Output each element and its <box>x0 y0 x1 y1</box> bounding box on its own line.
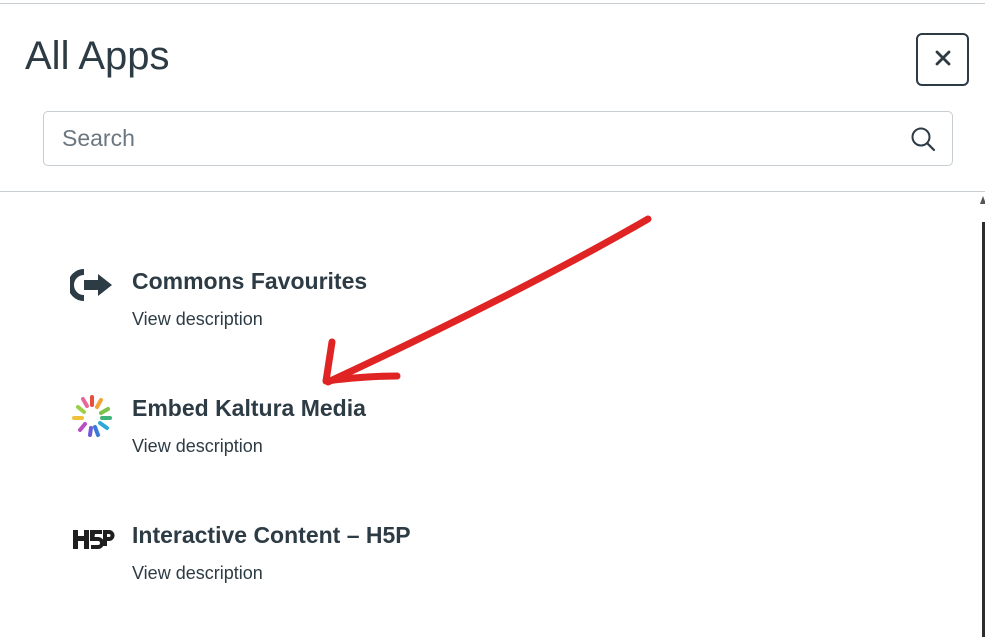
app-item-commons-favourites: Commons Favourites View description <box>68 268 570 348</box>
search-icon[interactable] <box>910 126 936 152</box>
view-description-link[interactable]: View description <box>132 563 263 584</box>
close-icon <box>934 49 952 70</box>
commons-icon <box>68 268 116 314</box>
dialog-title: All Apps <box>25 34 170 78</box>
kaltura-icon <box>70 395 116 441</box>
app-name[interactable]: Commons Favourites <box>132 268 367 295</box>
app-name[interactable]: Embed Kaltura Media <box>132 395 366 422</box>
h5p-icon <box>70 522 116 568</box>
top-border <box>0 3 985 4</box>
search-input[interactable] <box>44 112 894 165</box>
view-description-link[interactable]: View description <box>132 309 263 330</box>
scroll-up-icon[interactable] <box>980 196 985 204</box>
close-button[interactable] <box>916 33 969 86</box>
app-item-embed-kaltura-media: Embed Kaltura Media View description <box>70 395 570 475</box>
app-name[interactable]: Interactive Content – H5P <box>132 522 411 549</box>
app-item-interactive-content-h5p: Interactive Content – H5P View descripti… <box>70 522 570 602</box>
header-divider <box>0 191 985 192</box>
view-description-link[interactable]: View description <box>132 436 263 457</box>
search-field[interactable] <box>43 111 953 166</box>
